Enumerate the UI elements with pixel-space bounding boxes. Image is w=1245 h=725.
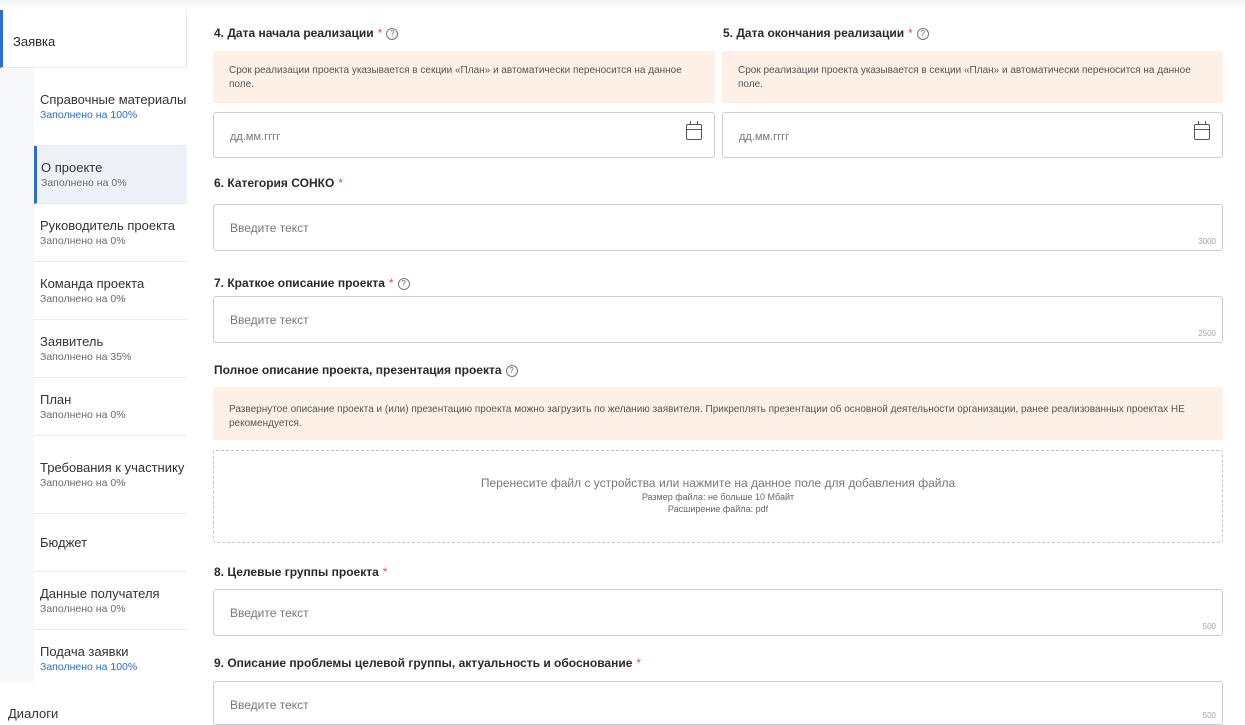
calendar-icon[interactable]	[686, 121, 702, 140]
sidebar-item-status: Заполнено на 0%	[40, 408, 126, 421]
q6-placeholder: Введите текст	[230, 221, 309, 235]
sidebar-bottom-label: Диалоги	[8, 706, 59, 721]
file-ext-text: Расширение файла: pdf	[667, 504, 769, 514]
sidebar-item-status: Заполнено на 35%	[40, 350, 132, 363]
required-mark: *	[338, 176, 343, 190]
q9-char-limit: 500	[1202, 711, 1216, 720]
sidebar-item-status: Заполнено на 0%	[40, 476, 126, 489]
sidebar-item-status: Заполнено на 0%	[40, 234, 126, 247]
q9-text-field[interactable]: Введите текст 500	[213, 681, 1223, 725]
drop-text: Перенесите файл с устройства или нажмите…	[480, 476, 956, 490]
sidebar-item-plan[interactable]: План Заполнено на 0%	[34, 378, 187, 436]
q8-label: 8. Целевые группы проекта *	[214, 565, 387, 579]
full-desc-label: Полное описание проекта, презентация про…	[214, 363, 518, 377]
q4-note: Срок реализации проекта указывается в се…	[213, 51, 715, 103]
sidebar-item-dialogs[interactable]: Диалоги	[0, 682, 187, 725]
q5-label: 5. Дата окончания реализации *?	[723, 26, 929, 40]
sidebar-item-team[interactable]: Команда проекта Заполнено на 0%	[34, 262, 187, 320]
q8-label-text: 8. Целевые группы проекта	[214, 565, 379, 579]
q8-text-field[interactable]: Введите текст 500	[213, 589, 1223, 636]
sidebar-item-label: Бюджет	[40, 534, 88, 550]
q5-note: Срок реализации проекта указывается в се…	[722, 51, 1223, 103]
q6-text-field[interactable]: Введите текст 3000	[213, 204, 1223, 251]
sidebar-item-label: План	[40, 391, 72, 407]
q7-label: 7. Краткое описание проекта *?	[214, 276, 410, 290]
q8-placeholder: Введите текст	[230, 606, 309, 620]
q5-label-text: 5. Дата окончания реализации	[723, 26, 905, 40]
required-mark: *	[388, 276, 394, 290]
q9-placeholder: Введите текст	[230, 698, 309, 712]
q7-label-text: 7. Краткое описание проекта	[214, 276, 385, 290]
sidebar-item-label: Данные получателя	[40, 585, 160, 601]
full-desc-note: Развернутое описание проекта и (или) пре…	[213, 387, 1223, 440]
sidebar-item-submit[interactable]: Подача заявки Заполнено на 100%	[34, 630, 187, 688]
sidebar-item-requirements[interactable]: Требования к участнику Заполнено на 0%	[34, 436, 187, 514]
help-icon[interactable]: ?	[386, 28, 399, 40]
sidebar-item-label: Руководитель проекта	[40, 217, 175, 233]
sidebar-item-about[interactable]: О проекте Заполнено на 0%	[34, 146, 187, 204]
sidebar-item-label: Справочные материалы	[40, 91, 187, 107]
required-mark: *	[377, 26, 383, 40]
sidebar-item-recipient[interactable]: Данные получателя Заполнено на 0%	[34, 572, 187, 630]
required-mark: *	[382, 565, 388, 579]
sidebar-top-label: Заявка	[13, 34, 56, 49]
sidebar-item-label: Подача заявки	[40, 643, 129, 659]
q5-date-field[interactable]: дд.мм.гггг	[722, 112, 1223, 158]
sidebar-item-application[interactable]: Заявка	[0, 10, 186, 68]
form-main: 4. Дата начала реализации *? Срок реализа…	[188, 10, 1245, 725]
q9-label: 9. Описание проблемы целевой группы, акт…	[214, 656, 641, 670]
sidebar-item-applicant[interactable]: Заявитель Заполнено на 35%	[34, 320, 187, 378]
q4-label-text: 4. Дата начала реализации	[214, 26, 374, 40]
sidebar-item-status: Заполнено на 0%	[40, 292, 126, 305]
help-icon[interactable]: ?	[397, 278, 410, 290]
sidebar-item-label: Заявитель	[40, 333, 104, 349]
q9-label-text: 9. Описание проблемы целевой группы, акт…	[214, 656, 633, 670]
q7-char-limit: 2500	[1198, 329, 1216, 338]
q5-placeholder: дд.мм.гггг	[739, 131, 790, 143]
sidebar-item-status: Заполнено на 100%	[40, 660, 138, 673]
sidebar-item-leader[interactable]: Руководитель проекта Заполнено на 0%	[34, 204, 187, 262]
q8-char-limit: 500	[1202, 622, 1216, 631]
sidebar: Заявка Справочные материалы Заполнено на…	[0, 10, 187, 725]
q4-placeholder: дд.мм.гггг	[230, 131, 281, 143]
sidebar-item-status: Заполнено на 100%	[40, 108, 138, 121]
sidebar-item-label: Требования к участнику	[40, 459, 185, 475]
q6-char-limit: 3000	[1198, 237, 1216, 246]
q6-label-text: 6. Категория СОНКО	[214, 176, 335, 190]
calendar-icon[interactable]	[1194, 121, 1210, 140]
top-shadow	[0, 0, 1245, 10]
file-drop-zone[interactable]: Перенесите файл с устройства или нажмите…	[213, 450, 1223, 543]
sidebar-item-status: Заполнено на 0%	[41, 176, 127, 189]
sidebar-sub-list: Справочные материалы Заполнено на 100% О…	[34, 68, 187, 688]
sidebar-item-status: Заполнено на 0%	[40, 602, 126, 615]
sidebar-item-label: О проекте	[41, 159, 103, 175]
sidebar-item-label: Команда проекта	[40, 275, 145, 291]
sidebar-item-reference[interactable]: Справочные материалы Заполнено на 100%	[34, 68, 187, 146]
help-icon[interactable]: ?	[916, 28, 929, 40]
q4-date-field[interactable]: дд.мм.гггг	[213, 112, 715, 158]
help-icon[interactable]: ?	[505, 365, 518, 377]
required-mark: *	[908, 26, 913, 40]
required-mark: *	[636, 656, 642, 670]
sidebar-item-budget[interactable]: Бюджет	[34, 514, 187, 572]
q7-text-field[interactable]: Введите текст 2500	[213, 296, 1223, 343]
q4-label: 4. Дата начала реализации *?	[214, 26, 399, 40]
full-desc-label-text: Полное описание проекта, презентация про…	[214, 363, 502, 377]
file-size-text: Размер файла: не больше 10 Мбайт	[641, 492, 795, 502]
q7-placeholder: Введите текст	[230, 313, 309, 327]
q6-label: 6. Категория СОНКО *	[214, 176, 343, 190]
